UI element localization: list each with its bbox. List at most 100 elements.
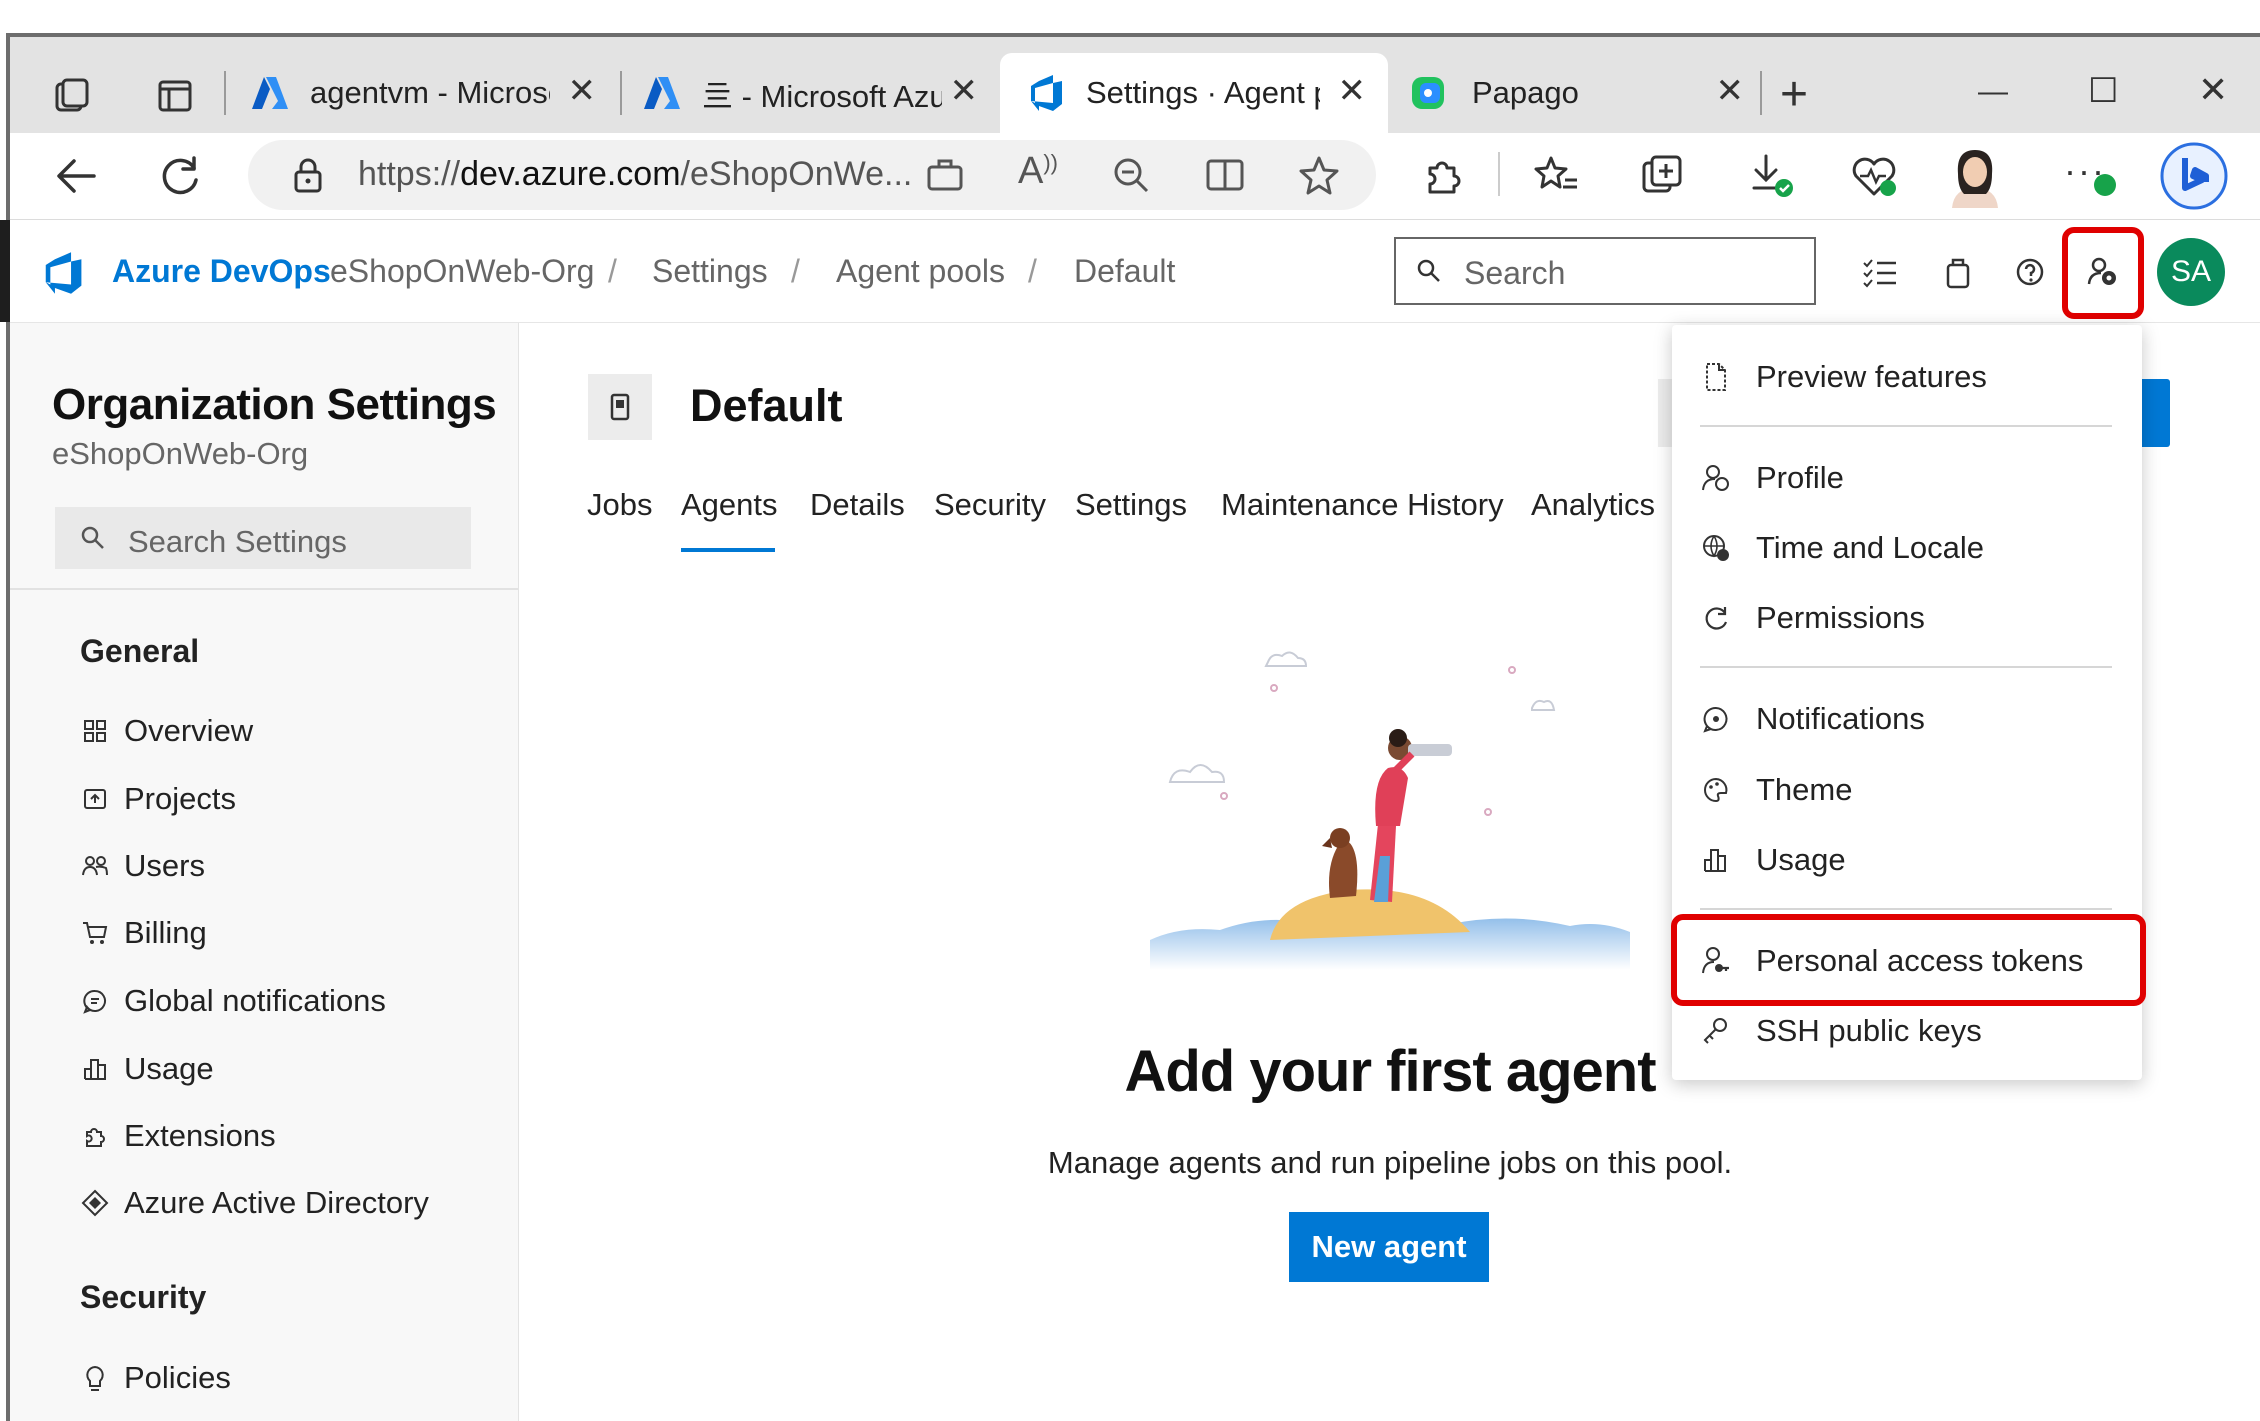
menu-item-label: SSH public keys xyxy=(1756,1013,1982,1048)
tab-details[interactable]: Details xyxy=(810,487,905,523)
tab-close-icon[interactable]: ✕ xyxy=(1716,71,1745,111)
sidebar-item-overview[interactable]: Overview xyxy=(78,709,253,753)
app-available-icon[interactable] xyxy=(920,150,970,200)
lock-icon[interactable] xyxy=(288,153,328,197)
sidebar-item-billing[interactable]: Billing xyxy=(78,911,207,955)
breadcrumb-org[interactable]: eShopOnWeb-Org xyxy=(330,253,594,290)
azure-devops-logo-icon[interactable] xyxy=(38,248,88,298)
brand-name[interactable]: Azure DevOps xyxy=(112,253,331,290)
tab-close-icon[interactable]: ✕ xyxy=(950,71,979,111)
back-arrow-icon[interactable] xyxy=(48,148,104,204)
tab-settings-agent-pools[interactable]: Settings · Agent pc ✕ xyxy=(1000,53,1388,133)
tab-microsoft-azure[interactable]: 亖 - Microsoft Azu ✕ xyxy=(630,53,1000,133)
downloads-icon[interactable] xyxy=(1744,148,1800,204)
sidebar-item-azure-active-directory[interactable]: Azure Active Directory xyxy=(78,1181,429,1225)
tab-jobs[interactable]: Jobs xyxy=(587,487,652,523)
url-text[interactable]: https://dev.azure.com/eShopOnWe... xyxy=(358,155,912,194)
minimize-button[interactable]: — xyxy=(1978,75,2008,109)
search-input[interactable] xyxy=(1394,237,1816,305)
avatar[interactable]: SA xyxy=(2157,238,2225,306)
tab-analytics[interactable]: Analytics xyxy=(1531,487,1655,523)
read-aloud-icon[interactable]: A)) xyxy=(1018,150,1058,193)
menu-item-label: Profile xyxy=(1756,460,1844,495)
secondary-button[interactable] xyxy=(1658,379,1672,447)
tab-papago[interactable]: Papago ✕ xyxy=(1396,53,1766,133)
bar-chart-icon xyxy=(1698,842,1734,878)
close-window-button[interactable]: ✕ xyxy=(2198,69,2228,111)
favorites-icon[interactable] xyxy=(1530,150,1582,200)
copilot-icon[interactable] xyxy=(2158,140,2230,212)
new-agent-button[interactable]: New agent xyxy=(1289,1212,1489,1282)
sidebar-search-placeholder: Search Settings xyxy=(128,524,347,559)
menu-item-theme[interactable]: Theme xyxy=(1698,765,1852,815)
sidebar-item-extensions[interactable]: Extensions xyxy=(78,1114,276,1158)
shopping-cart-icon xyxy=(78,916,112,950)
primary-button[interactable] xyxy=(2138,379,2170,447)
tab-title: Papago xyxy=(1472,75,1579,110)
search-icon xyxy=(1414,256,1444,286)
tab-close-icon[interactable]: ✕ xyxy=(568,71,597,111)
empty-state-illustration xyxy=(1150,640,1630,970)
menu-item-label: Permissions xyxy=(1756,600,1925,635)
sidebar-item-label: Billing xyxy=(124,915,207,950)
extensions-icon[interactable] xyxy=(1418,150,1468,200)
azure-ad-icon xyxy=(78,1186,112,1220)
breadcrumb-agent-pools[interactable]: Agent pools xyxy=(836,253,1005,290)
menu-item-label: Time and Locale xyxy=(1756,530,1985,565)
azure-devops-icon xyxy=(1024,71,1068,115)
sidebar-item-users[interactable]: Users xyxy=(78,844,205,888)
active-tab-indicator xyxy=(681,548,775,552)
empty-state-title: Add your first agent xyxy=(1124,1039,1656,1104)
projects-icon xyxy=(78,782,112,816)
menu-item-permissions[interactable]: Permissions xyxy=(1698,593,1925,643)
marketplace-bag-icon[interactable] xyxy=(1938,252,1978,292)
favorite-star-icon[interactable] xyxy=(1294,150,1344,200)
key-icon xyxy=(1698,1013,1734,1049)
refresh-icon[interactable] xyxy=(152,148,208,204)
globe-clock-icon xyxy=(1698,530,1734,566)
chat-bubble-icon xyxy=(78,984,112,1018)
tab-agents[interactable]: Agents xyxy=(681,487,778,523)
task-list-icon[interactable] xyxy=(1860,253,1900,293)
tab-title: agentvm - Microsc xyxy=(310,75,550,110)
menu-item-ssh-public-keys[interactable]: SSH public keys xyxy=(1698,1006,1982,1056)
zoom-out-icon[interactable] xyxy=(1106,150,1156,200)
menu-item-label: Notifications xyxy=(1756,701,1925,736)
tab-actions-icon[interactable] xyxy=(150,71,200,121)
breadcrumb-settings[interactable]: Settings xyxy=(652,253,768,290)
tab-close-icon[interactable]: ✕ xyxy=(1338,71,1367,111)
sidebar-item-projects[interactable]: Projects xyxy=(78,777,236,821)
search-placeholder: Search xyxy=(1464,255,1566,291)
tab-title: Settings · Agent pc xyxy=(1086,75,1320,110)
menu-item-notifications[interactable]: Notifications xyxy=(1698,694,1925,744)
menu-item-usage[interactable]: Usage xyxy=(1698,835,1846,885)
profile-picture-icon[interactable] xyxy=(1946,144,2004,208)
personal-access-tokens-highlight xyxy=(1671,914,2146,1006)
notification-bubble-icon xyxy=(1698,701,1734,737)
sidebar-item-policies[interactable]: Policies xyxy=(78,1356,231,1400)
collections-icon[interactable] xyxy=(1636,150,1688,200)
refresh-permissions-icon xyxy=(1698,600,1734,636)
palette-icon xyxy=(1698,772,1734,808)
menu-item-time-and-locale[interactable]: Time and Locale xyxy=(1698,523,1984,573)
tab-agentvm[interactable]: agentvm - Microsc ✕ xyxy=(238,53,618,133)
window-edge xyxy=(0,220,10,322)
menu-item-label: Preview features xyxy=(1756,359,1987,394)
sidebar-item-global-notifications[interactable]: Global notifications xyxy=(78,979,386,1023)
tab-security[interactable]: Security xyxy=(934,487,1046,523)
help-icon[interactable] xyxy=(2010,252,2050,292)
sidebar-item-usage[interactable]: Usage xyxy=(78,1047,214,1091)
tab-maintenance-history[interactable]: Maintenance History xyxy=(1221,487,1504,523)
breadcrumb-default[interactable]: Default xyxy=(1074,253,1175,290)
users-icon xyxy=(78,849,112,883)
browser-essentials-icon[interactable] xyxy=(1846,148,1902,204)
maximize-button[interactable]: ☐ xyxy=(2088,71,2118,111)
extensions-icon xyxy=(78,1119,112,1153)
menu-item-preview-features[interactable]: Preview features xyxy=(1698,352,1987,402)
menu-item-profile[interactable]: Profile xyxy=(1698,453,1844,503)
empty-state-description: Manage agents and run pipeline jobs on t… xyxy=(1047,1145,1733,1180)
split-screen-icon[interactable] xyxy=(1200,150,1250,200)
tab-settings[interactable]: Settings xyxy=(1075,487,1187,523)
workspaces-icon[interactable] xyxy=(48,71,98,121)
new-tab-button[interactable]: + xyxy=(1780,67,1808,122)
